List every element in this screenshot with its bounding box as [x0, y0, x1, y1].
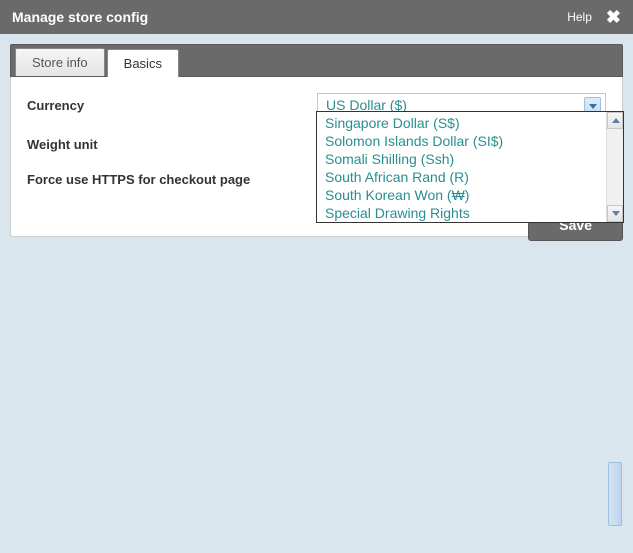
tabbar: Store info Basics — [10, 44, 623, 77]
currency-option-list[interactable]: Singapore Dollar (S$)Solomon Islands Dol… — [317, 112, 606, 222]
currency-option[interactable]: South African Rand (R) — [317, 168, 606, 186]
tab-basics[interactable]: Basics — [107, 49, 179, 77]
weight-label: Weight unit — [27, 137, 317, 152]
currency-label: Currency — [27, 98, 317, 113]
currency-option[interactable]: Solomon Islands Dollar (SI$) — [317, 132, 606, 150]
close-icon[interactable]: ✖ — [606, 10, 621, 24]
scroll-up-button[interactable] — [607, 112, 623, 129]
help-link[interactable]: Help — [567, 10, 592, 24]
titlebar: Manage store config Help ✖ — [0, 0, 633, 34]
tab-store-info[interactable]: Store info — [15, 48, 105, 76]
window-title: Manage store config — [12, 9, 567, 25]
currency-option[interactable]: South Korean Won (₩) — [317, 186, 606, 204]
https-label: Force use HTTPS for checkout page — [27, 172, 250, 187]
currency-option[interactable]: Special Drawing Rights — [317, 204, 606, 222]
currency-option[interactable]: Singapore Dollar (S$) — [317, 114, 606, 132]
scroll-thumb[interactable] — [608, 462, 622, 526]
currency-option[interactable]: Somali Shilling (Ssh) — [317, 150, 606, 168]
currency-dropdown: Singapore Dollar (S$)Solomon Islands Dol… — [316, 111, 624, 223]
content-area: Store info Basics Currency US Dollar ($)… — [0, 34, 633, 247]
scroll-down-button[interactable] — [607, 205, 623, 222]
scrollbar[interactable] — [606, 112, 623, 222]
